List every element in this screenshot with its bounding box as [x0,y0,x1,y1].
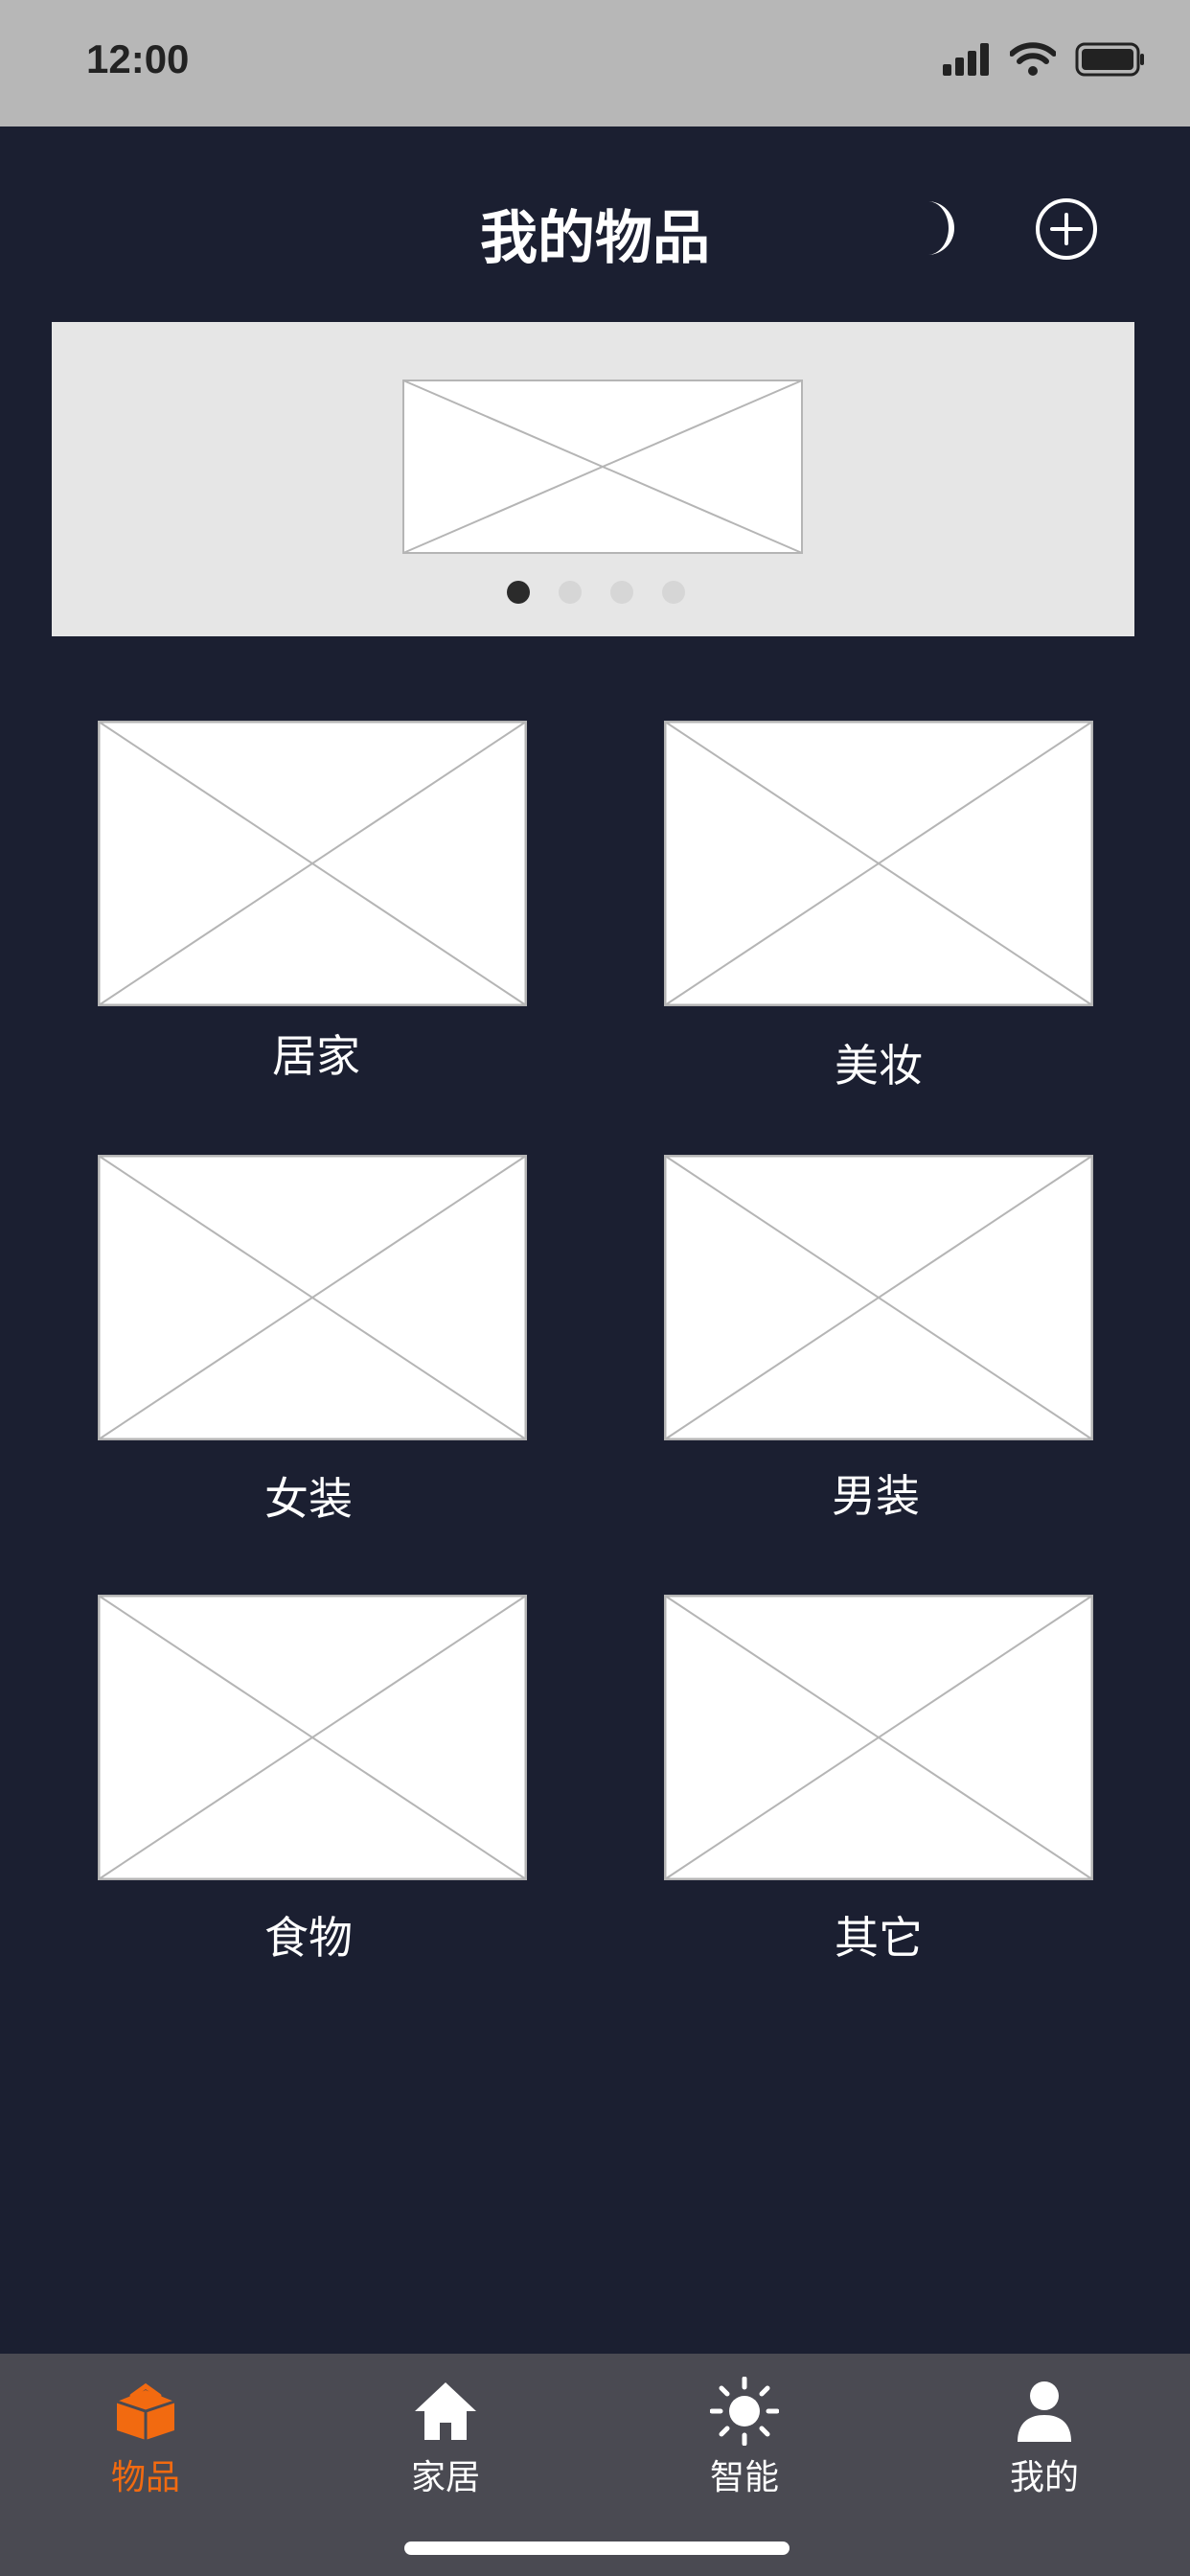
category-label: 食物 [264,1912,353,1964]
dark-mode-button[interactable] [910,197,968,259]
status-icons [943,42,1146,77]
wifi-icon [1010,42,1056,76]
plus-circle-icon [1036,198,1097,260]
battery-icon [1075,42,1144,77]
tab-items[interactable]: 物品 [50,2371,241,2515]
category-label: 男装 [832,1470,920,1522]
category-label: 美妆 [835,1040,923,1092]
tab-label: 物品 [110,2458,180,2497]
banner-carousel[interactable] [52,322,1134,636]
category-image-placeholder [98,1155,527,1440]
tab-label: 家居 [410,2458,480,2497]
carousel-dots [52,581,1134,604]
tab-label: 我的 [1009,2458,1079,2497]
carousel-dot[interactable] [610,581,633,604]
tab-smart[interactable]: 智能 [649,2371,840,2515]
signal-icon [943,43,989,76]
sun-icon [710,2377,779,2446]
tab-label: 智能 [709,2458,779,2497]
carousel-dot[interactable] [507,581,530,604]
carousel-dot[interactable] [559,581,582,604]
tab-home[interactable]: 家居 [350,2371,541,2515]
carousel-dot[interactable] [662,581,685,604]
category-image-placeholder [98,721,527,1006]
tab-profile[interactable]: 我的 [949,2371,1140,2515]
category-image-placeholder [664,721,1093,1006]
category-label: 其它 [835,1912,923,1964]
page-title: 我的物品 [480,205,710,272]
category-label: 居家 [272,1030,360,1082]
user-icon [1018,2381,1071,2442]
category-image-placeholder [664,1595,1093,1880]
status-bar: 12:00 [0,0,1190,126]
home-indicator[interactable] [404,2542,790,2555]
category-image-placeholder [98,1595,527,1880]
home-icon [415,2382,476,2440]
banner-image-placeholder [402,380,803,554]
category-label: 女装 [264,1473,353,1525]
add-item-button[interactable] [1035,197,1098,261]
moon-icon [927,201,954,255]
status-time: 12:00 [86,36,190,81]
category-image-placeholder [664,1155,1093,1440]
box-icon [116,2382,175,2440]
